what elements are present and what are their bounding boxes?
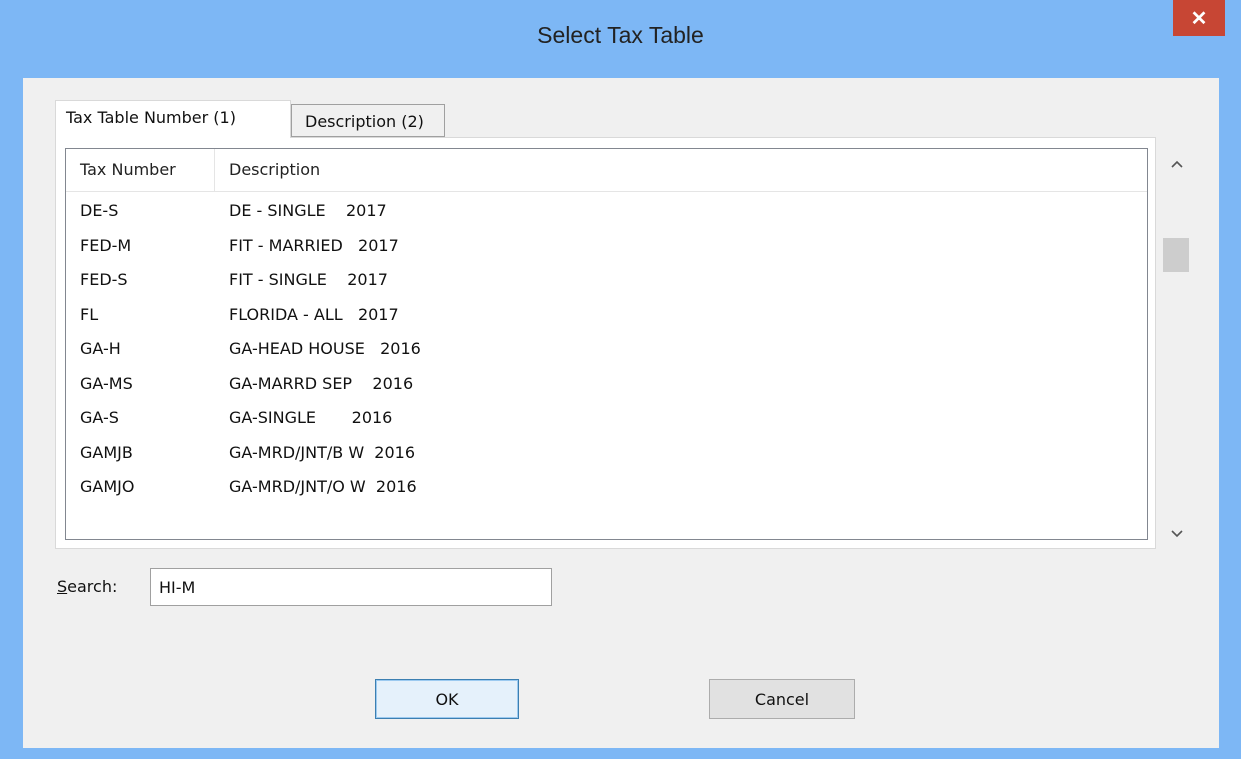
- dialog-window: Select Tax Table ✕ Tax Table Number (1) …: [0, 0, 1241, 759]
- description-cell: GA-MRD/JNT/B W 2016: [229, 442, 416, 462]
- tab-panel: Tax Number Description DE-S DE - SINGLE 2…: [55, 137, 1156, 549]
- tab-description[interactable]: Description (2): [291, 104, 445, 137]
- tab-tax-table-number[interactable]: Tax Table Number (1): [55, 100, 291, 138]
- search-input[interactable]: [150, 568, 552, 606]
- tax-number-cell: GA-S: [80, 408, 119, 427]
- dialog-title: Select Tax Table: [537, 22, 704, 48]
- description-cell: GA-SINGLE 2016: [229, 408, 393, 427]
- close-button[interactable]: ✕: [1173, 0, 1225, 36]
- list-rows: DE-S DE - SINGLE 2017 FED-M FIT - MARRIED …: [66, 194, 1147, 505]
- tax-number-cell: GAMJB: [80, 442, 133, 462]
- description-cell: FIT - MARRIED 2017: [229, 235, 399, 255]
- list-header: Tax Number Description: [66, 149, 1147, 192]
- list-item[interactable]: FL FLORIDA - ALL 2017: [66, 298, 1147, 333]
- vertical-scrollbar[interactable]: [1161, 148, 1193, 558]
- tax-number-cell: FED-S: [80, 270, 128, 289]
- list-item[interactable]: GA-MS GA-MARRD SEP 2016: [66, 367, 1147, 402]
- search-label: Search:: [57, 577, 117, 596]
- dialog-body: Tax Table Number (1) Description (2) Tax…: [23, 78, 1219, 748]
- tax-number-cell: FL: [80, 304, 99, 324]
- search-label-accelerator: S: [57, 577, 68, 596]
- list-item[interactable]: GAMJO GA-MRD/JNT/O W 2016: [66, 470, 1147, 505]
- chevron-up-icon: [1171, 160, 1183, 168]
- list-item[interactable]: DE-S DE - SINGLE 2017: [66, 194, 1147, 229]
- tax-number-cell: GAMJO: [80, 477, 135, 496]
- scroll-up-button[interactable]: [1161, 148, 1193, 180]
- tax-number-cell: GA-MS: [80, 373, 133, 393]
- tax-number-cell: FED-M: [80, 235, 132, 255]
- tax-number-cell: GA-H: [80, 339, 121, 358]
- tax-number-cell: DE-S: [80, 201, 119, 220]
- scroll-down-button[interactable]: [1161, 518, 1193, 550]
- list-item[interactable]: GA-S GA-SINGLE 2016: [66, 401, 1147, 436]
- description-cell: FIT - SINGLE 2017: [229, 270, 388, 289]
- ok-button[interactable]: OK: [375, 679, 519, 719]
- list-item[interactable]: GAMJB GA-MRD/JNT/B W 2016: [66, 436, 1147, 471]
- list-item[interactable]: GA-H GA-HEAD HOUSE 2016: [66, 332, 1147, 367]
- description-cell: GA-MRD/JNT/O W 2016: [229, 477, 417, 496]
- tax-table-list[interactable]: Tax Number Description DE-S DE - SINGLE 2…: [65, 148, 1148, 540]
- scrollbar-thumb[interactable]: [1163, 238, 1189, 272]
- description-cell: GA-HEAD HOUSE 2016: [229, 339, 421, 358]
- cancel-button[interactable]: Cancel: [709, 679, 855, 719]
- title-bar[interactable]: Select Tax Table ✕: [0, 0, 1241, 78]
- chevron-down-icon: [1171, 530, 1183, 538]
- description-cell: DE - SINGLE 2017: [229, 201, 387, 220]
- description-cell: GA-MARRD SEP 2016: [229, 373, 414, 393]
- search-label-text: earch:: [67, 577, 118, 596]
- list-item[interactable]: FED-M FIT - MARRIED 2017: [66, 229, 1147, 264]
- column-header-tax-number[interactable]: Tax Number: [80, 149, 215, 191]
- close-icon: ✕: [1190, 7, 1208, 30]
- description-cell: FLORIDA - ALL 2017: [229, 304, 399, 324]
- list-item[interactable]: FED-S FIT - SINGLE 2017: [66, 263, 1147, 298]
- column-header-description[interactable]: Description: [229, 149, 729, 191]
